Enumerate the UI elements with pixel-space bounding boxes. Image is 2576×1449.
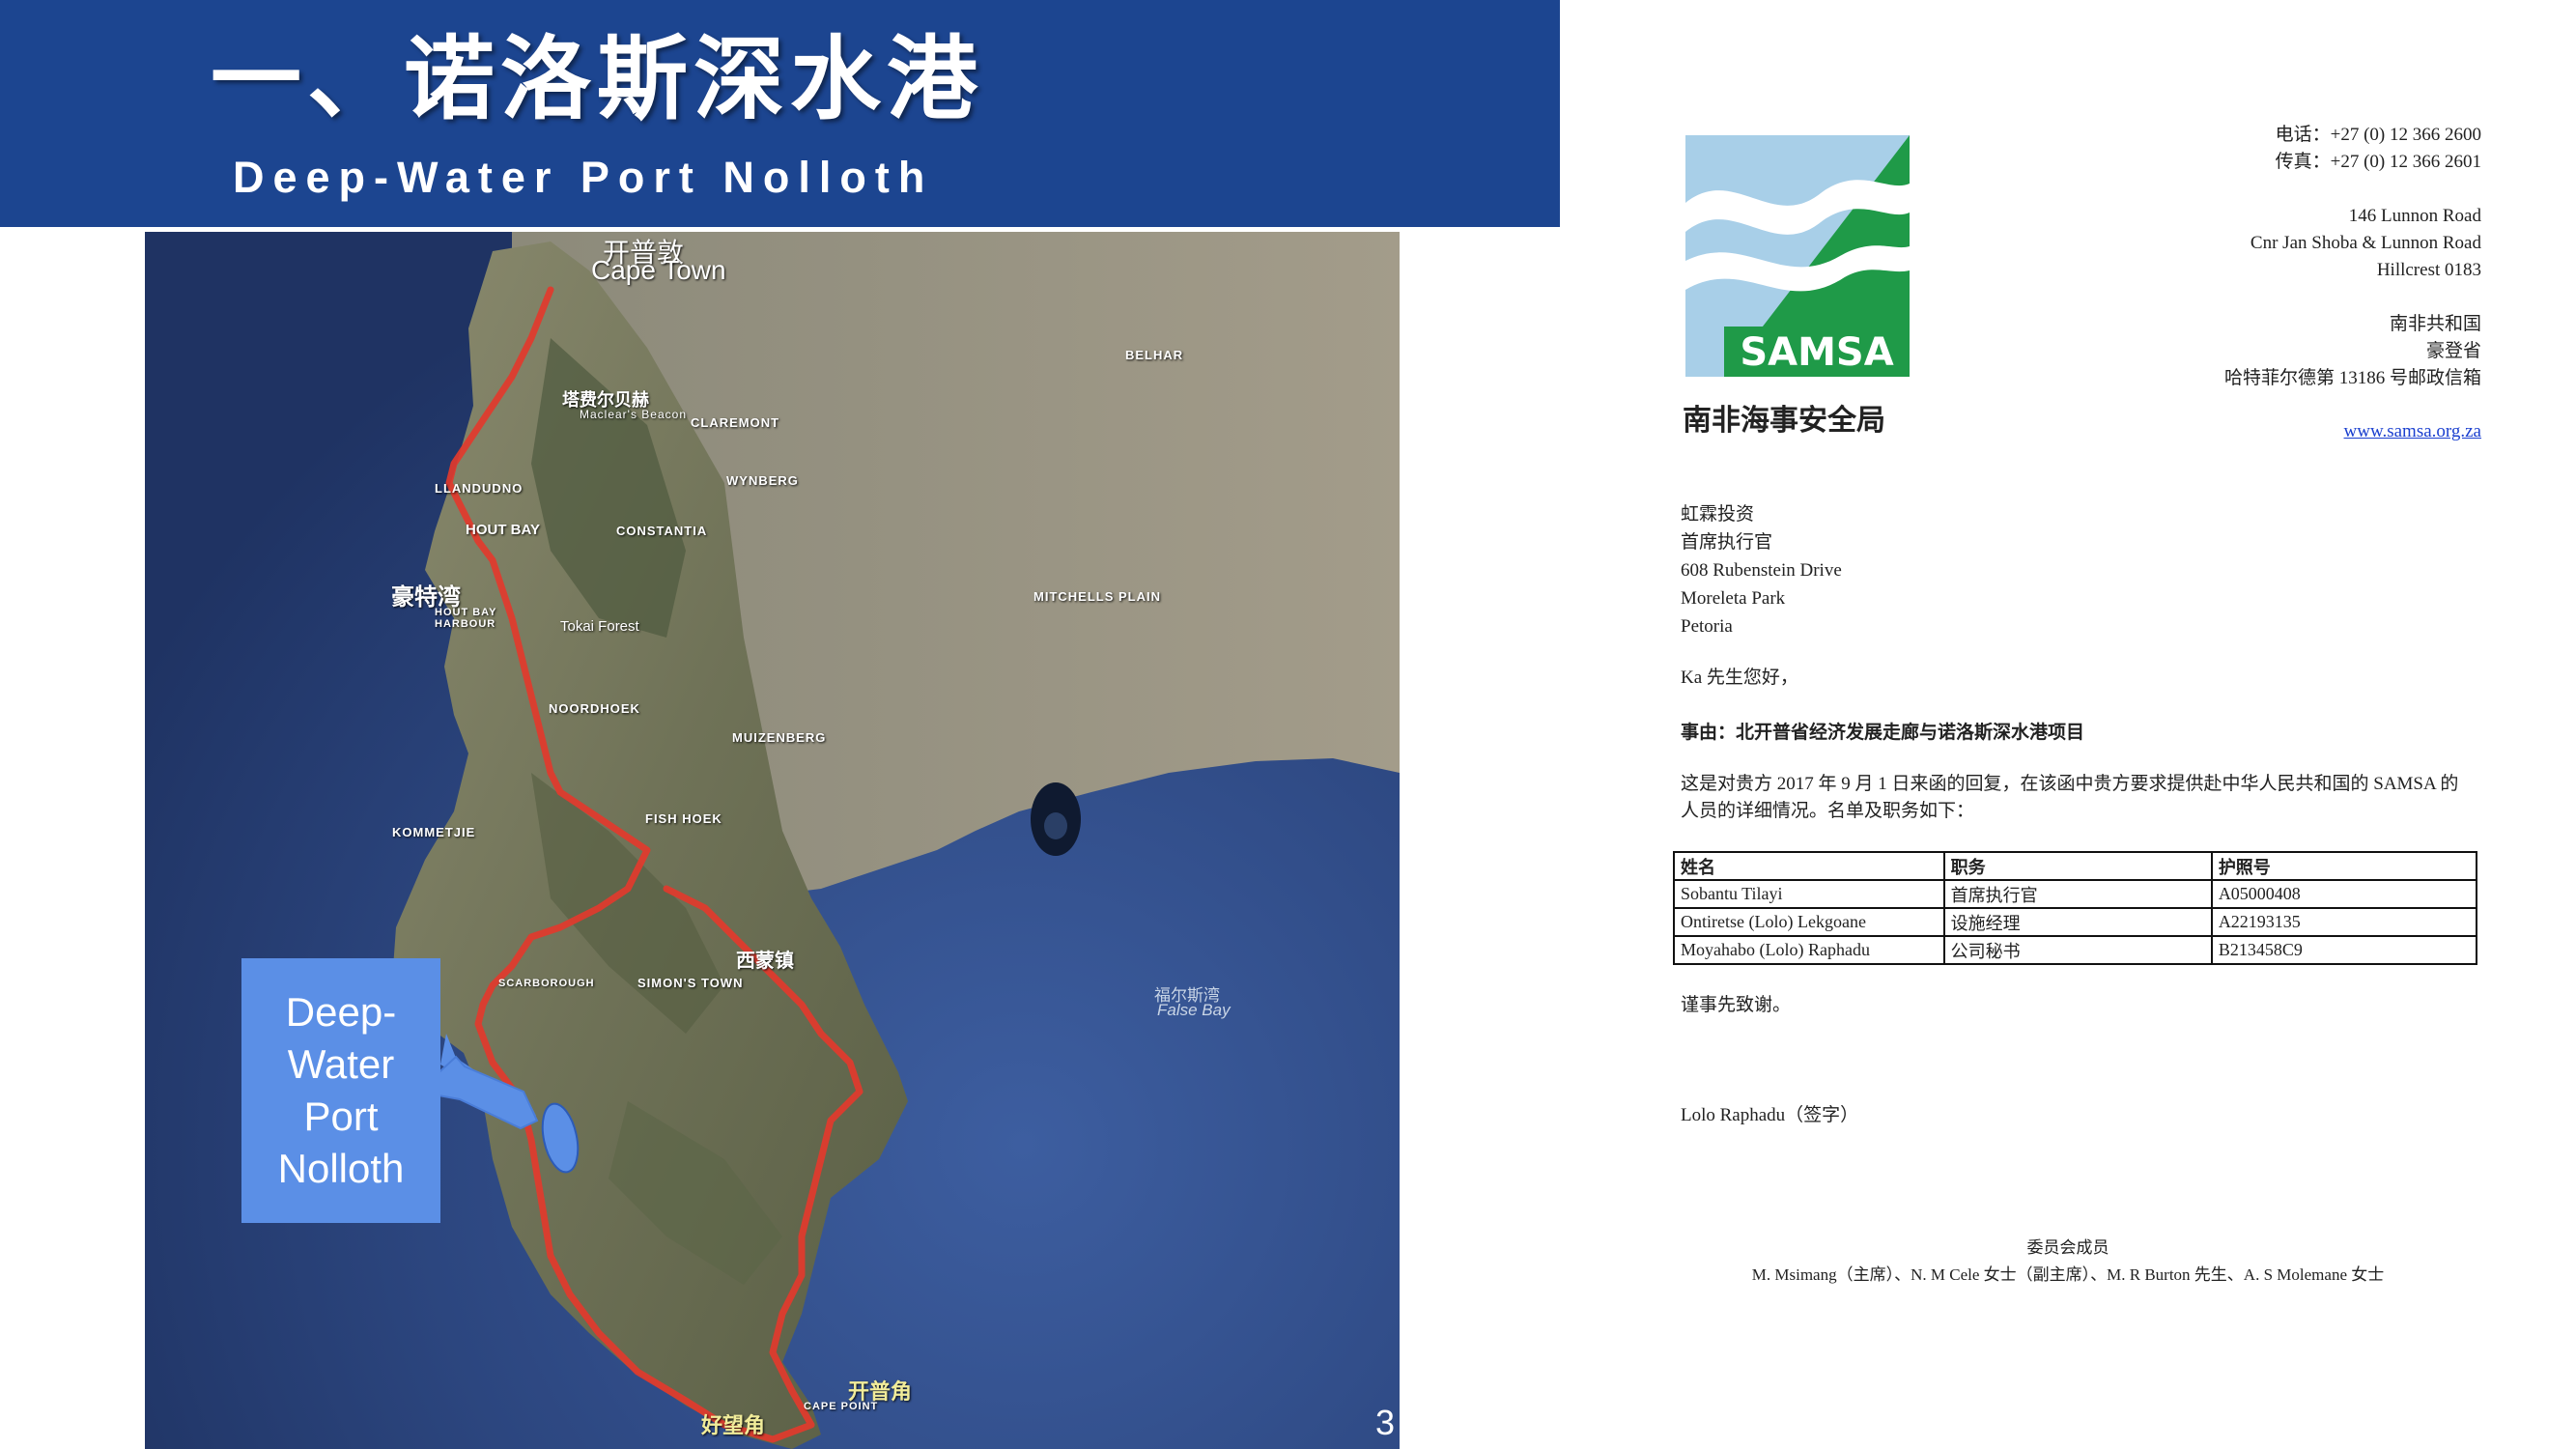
- agency-name: 南非海事安全局: [1683, 404, 1885, 438]
- recipient-line: Moreleta Park: [1681, 588, 1786, 609]
- samsa-logo: SAMSA: [1685, 135, 1910, 377]
- port-callout-text: Deep-Water Port Nolloth: [277, 989, 405, 1191]
- signature-line: Lolo Raphadu（签字）: [1681, 1105, 1859, 1125]
- map-label-muizenberg: MUIZENBERG: [732, 730, 827, 745]
- table-cell: 公司秘书: [1942, 935, 2213, 965]
- map-label-hout-bay: HOUT BAY: [466, 522, 540, 538]
- map-label-cape-town: Cape Town: [591, 255, 726, 285]
- map-label-cape-point: CAPE POINT: [804, 1401, 879, 1412]
- fax-number: 传真：+27 (0) 12 366 2601: [2275, 152, 2481, 172]
- street-line-1: 146 Lunnon Road: [2348, 206, 2481, 226]
- slide-title-chinese: 一、诺洛斯深水港: [211, 27, 984, 132]
- letter-body: 这是对贵方 2017 年 9 月 1 日来函的回复，在该函中贵方要求提供赴中华人…: [1681, 774, 2459, 821]
- recipient-line: 首席执行官: [1681, 532, 1773, 553]
- slide-title-english: Deep-Water Port Nolloth: [233, 153, 934, 202]
- map-label-llandudno: LLANDUDNO: [435, 481, 524, 496]
- table-cell: Moyahabo (Lolo) Raphadu: [1673, 935, 1945, 965]
- table-row: Sobantu Tilayi 首席执行官 A05000408: [1673, 879, 2478, 909]
- page-number: 3: [1375, 1403, 1396, 1442]
- recipient-line: Petoria: [1681, 616, 1733, 637]
- map-label-maclears-beacon: Maclear's Beacon: [580, 408, 688, 421]
- recipient-line: 608 Rubenstein Drive: [1681, 560, 1842, 581]
- map-graphic: [145, 232, 1400, 1449]
- subject-line: 事由：北开普省经济发展走廊与诺洛斯深水港项目: [1681, 722, 2085, 743]
- map-label-kommetjie: KOMMETJIE: [392, 825, 476, 839]
- salutation: Ka 先生您好，: [1681, 668, 1798, 688]
- table-cell: B213458C9: [2210, 935, 2478, 965]
- satellite-map: 开普敦 Cape Town 塔费尔贝赫 Maclear's Beacon LLA…: [145, 232, 1400, 1449]
- column-header-passport: 护照号: [2210, 851, 2478, 881]
- table-header-row: 姓名 职务 护照号: [1673, 851, 2478, 881]
- map-label-constantia: CONSTANTIA: [616, 524, 708, 538]
- recipient-line: 虹霖投资: [1681, 504, 1755, 525]
- board-members: M. Msimang（主席）、N. M Cele 女士（副主席）、M. R Bu…: [1751, 1265, 2385, 1284]
- table-cell: 首席执行官: [1942, 879, 2213, 909]
- column-header-position: 职务: [1942, 851, 2213, 881]
- map-label-noordhoek: NOORDHOEK: [549, 701, 640, 716]
- thanks-line: 谨事先致谢。: [1681, 995, 1792, 1015]
- column-header-name: 姓名: [1673, 851, 1945, 881]
- map-label-fish-hoek: FISH HOEK: [645, 811, 722, 826]
- map-label-tokai-forest: Tokai Forest: [560, 618, 639, 635]
- table-cell: A22193135: [2210, 907, 2478, 937]
- map-label-hout-bay-harbour: HOUT BAY HARBOUR: [435, 607, 497, 630]
- staff-table: 姓名 职务 护照号 Sobantu Tilayi 首席执行官 A05000408…: [1673, 851, 2478, 965]
- country-line: 南非共和国: [2389, 314, 2481, 334]
- table-cell: Sobantu Tilayi: [1673, 879, 1945, 909]
- map-label-belhar: BELHAR: [1125, 348, 1184, 362]
- website-link[interactable]: www.samsa.org.za: [2344, 421, 2481, 442]
- table-cell: 设施经理: [1942, 907, 2213, 937]
- phone-number: 电话：+27 (0) 12 366 2600: [2275, 125, 2481, 145]
- samsa-letter: SAMSA 南非海事安全局 电话：+27 (0) 12 366 2600 传真：…: [1560, 0, 2576, 1449]
- map-label-claremont: CLAREMONT: [691, 415, 780, 430]
- map-label-mitchells-plain: MITCHELLS PLAIN: [1033, 589, 1161, 604]
- port-callout: Deep-Water Port Nolloth: [241, 958, 440, 1223]
- map-label-false-bay: False Bay: [1157, 1001, 1231, 1019]
- samsa-logo-text: SAMSA: [1740, 330, 1893, 375]
- recipient-address: 虹霖投资 首席执行官 608 Rubenstein Drive Moreleta…: [1681, 500, 1842, 640]
- table-row: Moyahabo (Lolo) Raphadu 公司秘书 B213458C9: [1673, 935, 2478, 965]
- board-title: 委员会成员: [2026, 1238, 2109, 1257]
- table-row: Ontiretse (Lolo) Lekgoane 设施经理 A22193135: [1673, 907, 2478, 937]
- map-label-good-hope-cn: 好望角: [701, 1413, 766, 1437]
- street-line-2: Cnr Jan Shoba & Lunnon Road: [2250, 233, 2481, 253]
- map-label-simons-town: SIMON'S TOWN: [637, 976, 744, 990]
- street-line-3: Hillcrest 0183: [2376, 260, 2481, 280]
- po-box-line: 哈特菲尔德第 13186 号邮政信箱: [2223, 368, 2481, 388]
- map-label-simons-town-cn: 西蒙镇: [736, 951, 794, 972]
- table-cell: A05000408: [2210, 879, 2478, 909]
- table-cell: Ontiretse (Lolo) Lekgoane: [1673, 907, 1945, 937]
- province-line: 豪登省: [2425, 341, 2481, 361]
- slide-header: 一、诺洛斯深水港 Deep-Water Port Nolloth: [0, 0, 1560, 227]
- map-label-scarborough: SCARBOROUGH: [498, 978, 595, 989]
- map-label-wynberg: WYNBERG: [726, 473, 799, 488]
